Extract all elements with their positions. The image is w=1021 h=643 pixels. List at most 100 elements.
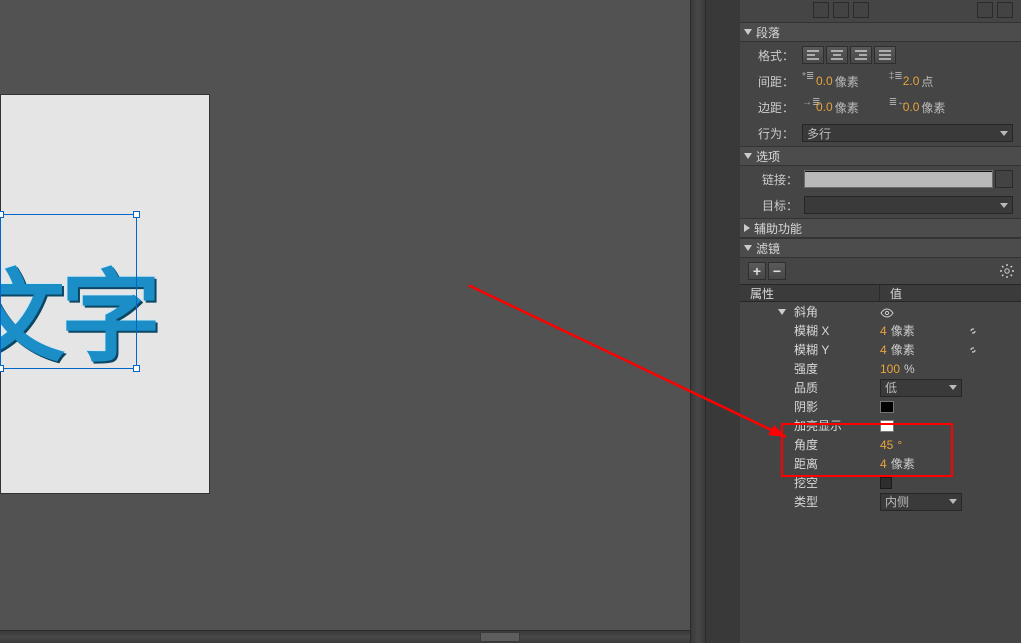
behavior-select[interactable]: 多行 — [802, 124, 1013, 142]
chevron-down-icon — [744, 153, 752, 159]
margin-row: 边距： →≣ 0.0 像素 ≣← 0.0 像素 — [740, 94, 1021, 120]
shadow-color-swatch[interactable] — [880, 401, 894, 413]
angle-label: 角度 — [794, 436, 880, 453]
resize-handle-ne[interactable] — [133, 211, 140, 218]
align-right-button[interactable] — [850, 46, 872, 64]
filter-table-header: 属性 值 — [740, 284, 1021, 302]
margin-right-field[interactable]: ≣← 0.0 像素 — [889, 98, 946, 116]
link-row: 链接： — [740, 166, 1021, 192]
behavior-value: 多行 — [807, 125, 831, 142]
section-options[interactable]: 选项 — [740, 146, 1021, 166]
indent-field[interactable]: *≣ 0.0 像素 — [802, 72, 859, 90]
prop-quality[interactable]: 品质 低 — [740, 378, 1021, 397]
indent-value: 0.0 — [816, 74, 833, 88]
chevron-right-icon — [744, 224, 750, 232]
workspace[interactable]: 文字 — [0, 0, 690, 643]
margin-label: 边距： — [748, 99, 794, 116]
link-label: 链接： — [748, 171, 798, 188]
shadow-label: 阴影 — [794, 398, 880, 415]
indent-unit: 像素 — [835, 73, 859, 90]
text-selection-box[interactable] — [0, 214, 137, 369]
resize-handle-nw[interactable] — [0, 211, 4, 218]
chevron-down-icon — [744, 245, 752, 251]
link-icon[interactable] — [967, 344, 979, 356]
prop-type[interactable]: 类型 内侧 — [740, 492, 1021, 511]
col-property: 属性 — [740, 285, 880, 302]
section-paragraph[interactable]: 段落 — [740, 22, 1021, 42]
distance-label: 距离 — [794, 455, 880, 472]
panel-gutter — [706, 0, 740, 643]
section-filters[interactable]: 滤镜 — [740, 238, 1021, 258]
filter-controls-row: + − — [740, 258, 1021, 284]
target-row: 目标： — [740, 192, 1021, 218]
resize-handle-sw[interactable] — [0, 365, 4, 372]
format-label: 格式： — [748, 47, 794, 64]
target-select[interactable] — [804, 196, 1013, 214]
horizontal-scrollbar[interactable] — [0, 630, 690, 643]
chevron-down-icon — [744, 29, 752, 35]
strength-label: 强度 — [794, 360, 880, 377]
align-left-button[interactable] — [802, 46, 824, 64]
eye-icon[interactable] — [880, 307, 894, 317]
char-opt-2-button[interactable] — [833, 2, 849, 18]
margin-right-value: 0.0 — [903, 100, 920, 114]
prop-blurx[interactable]: 模糊 X 4像素 — [740, 321, 1021, 340]
filter-bevel-row[interactable]: 斜角 — [740, 302, 1021, 321]
highlight-label: 加亮显示 — [794, 417, 880, 434]
margin-left-unit: 像素 — [835, 99, 859, 116]
chevron-down-icon — [778, 309, 786, 315]
section-paragraph-label: 段落 — [756, 24, 780, 41]
align-justify-button[interactable] — [874, 46, 896, 64]
link-icon[interactable] — [967, 325, 979, 337]
leading-unit: 点 — [921, 73, 933, 90]
add-filter-button[interactable]: + — [748, 262, 766, 280]
spacing-row: 间距： *≣ 0.0 像素 ‡≣ 2.0 点 — [740, 68, 1021, 94]
char-opt-5-button[interactable] — [997, 2, 1013, 18]
section-accessibility-label: 辅助功能 — [754, 220, 802, 237]
remove-filter-button[interactable]: − — [768, 262, 786, 280]
char-opt-1-button[interactable] — [813, 2, 829, 18]
col-value: 值 — [880, 285, 1021, 302]
quality-label: 品质 — [794, 379, 880, 396]
properties-panel: 段落 格式： 间距： *≣ 0.0 像素 ‡≣ 2.0 点 边距： →≣ 0.0… — [740, 0, 1021, 643]
scrollbar-thumb[interactable] — [480, 632, 520, 642]
behavior-label: 行为： — [748, 125, 794, 142]
prop-highlight[interactable]: 加亮显示 — [740, 416, 1021, 435]
type-label: 类型 — [794, 493, 880, 510]
quality-select[interactable]: 低 — [880, 379, 962, 397]
top-icon-row — [740, 0, 1021, 22]
link-input[interactable] — [804, 170, 993, 188]
vertical-scrollbar[interactable] — [690, 0, 706, 643]
filter-name: 斜角 — [794, 303, 880, 320]
knockout-checkbox[interactable] — [880, 477, 892, 489]
link-browse-button[interactable] — [995, 170, 1013, 188]
margin-left-value: 0.0 — [816, 100, 833, 114]
highlight-color-swatch[interactable] — [880, 420, 894, 432]
prop-strength[interactable]: 强度 100% — [740, 359, 1021, 378]
prop-blury[interactable]: 模糊 Y 4像素 — [740, 340, 1021, 359]
target-label: 目标： — [748, 197, 798, 214]
prop-knockout[interactable]: 挖空 — [740, 473, 1021, 492]
leading-value: 2.0 — [903, 74, 920, 88]
format-row: 格式： — [740, 42, 1021, 68]
char-opt-4-button[interactable] — [977, 2, 993, 18]
char-opt-3-button[interactable] — [853, 2, 869, 18]
blurx-label: 模糊 X — [794, 322, 880, 339]
section-filters-label: 滤镜 — [756, 240, 780, 257]
resize-handle-se[interactable] — [133, 365, 140, 372]
spacing-label: 间距： — [748, 73, 794, 90]
section-accessibility[interactable]: 辅助功能 — [740, 218, 1021, 238]
leading-field[interactable]: ‡≣ 2.0 点 — [889, 72, 934, 90]
prop-angle[interactable]: 角度 45° — [740, 435, 1021, 454]
behavior-row: 行为： 多行 — [740, 120, 1021, 146]
prop-shadow[interactable]: 阴影 — [740, 397, 1021, 416]
section-options-label: 选项 — [756, 148, 780, 165]
margin-right-unit: 像素 — [921, 99, 945, 116]
type-select[interactable]: 内侧 — [880, 493, 962, 511]
prop-distance[interactable]: 距离 4像素 — [740, 454, 1021, 473]
gear-icon[interactable] — [999, 263, 1015, 279]
margin-left-field[interactable]: →≣ 0.0 像素 — [802, 98, 859, 116]
knockout-label: 挖空 — [794, 474, 880, 491]
blury-label: 模糊 Y — [794, 341, 880, 358]
align-center-button[interactable] — [826, 46, 848, 64]
